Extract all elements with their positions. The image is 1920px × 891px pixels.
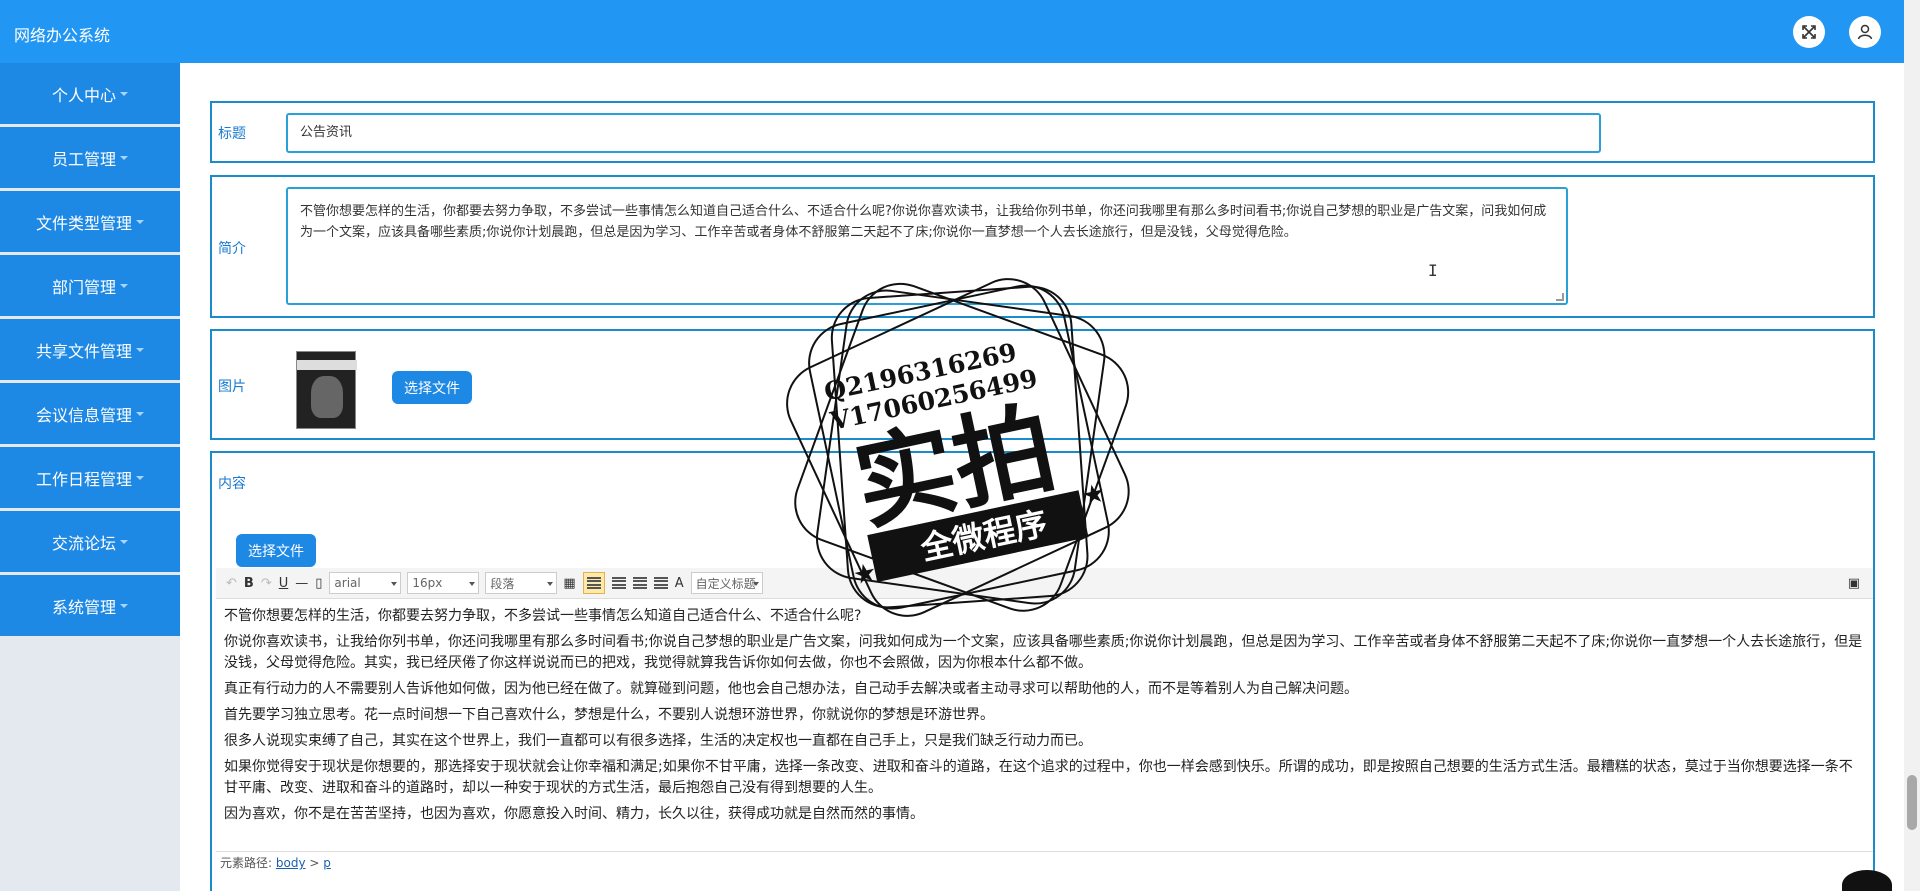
content-choose-file-button[interactable]: 选择文件 — [236, 534, 316, 567]
scrollbar-thumb[interactable] — [1907, 775, 1917, 830]
sidebar: 个人中心 员工管理 文件类型管理 部门管理 共享文件管理 会议信息管理 工作日程… — [0, 63, 180, 891]
font-family-select[interactable]: arial — [329, 572, 402, 594]
element-path-bar: 元素路径: body > p — [216, 851, 1873, 873]
editor-toolbar: ↶ B ↷ U — ▯ arial 16px 段落 ▦ A 自定义标题 ▣ — [216, 568, 1873, 599]
editor-paragraph: 不管你想要怎样的生活，你都要去努力争取，不多尝试一些事情怎么知道自己适合什么、不… — [224, 608, 862, 624]
element-path-p-link[interactable]: p — [323, 856, 331, 870]
align-justify-icon[interactable] — [653, 572, 668, 594]
main-content: 标题 公告资讯 简介 不管你想要怎样的生活，你都要去努力争取，不多尝试一些事情怎… — [180, 63, 1904, 891]
element-path-body-link[interactable]: body — [276, 856, 306, 870]
page-scrollbar[interactable] — [1904, 0, 1920, 891]
image-panel: 图片 选择文件 — [210, 329, 1875, 440]
sidebar-item-file-type-management[interactable]: 文件类型管理 — [0, 191, 180, 252]
sidebar-item-schedule-management[interactable]: 工作日程管理 — [0, 447, 180, 508]
intro-panel: 简介 不管你想要怎样的生活，你都要去努力争取，不多尝试一些事情怎么知道自己适合什… — [210, 175, 1875, 318]
element-path-separator: > — [309, 856, 320, 870]
sidebar-item-meeting-management[interactable]: 会议信息管理 — [0, 383, 180, 444]
chevron-down-icon — [136, 219, 144, 224]
source-view-icon[interactable]: ▣ — [1848, 572, 1860, 594]
chevron-down-icon — [136, 411, 144, 416]
undo-icon[interactable]: ↶ — [226, 572, 237, 594]
horizontal-rule-icon[interactable]: — — [295, 572, 308, 594]
title-input[interactable]: 公告资讯 — [286, 113, 1601, 153]
chevron-down-icon — [120, 91, 128, 96]
sidebar-item-system-management[interactable]: 系统管理 — [0, 575, 180, 636]
bold-icon[interactable]: B — [244, 572, 254, 594]
align-right-icon[interactable] — [632, 572, 647, 594]
sidebar-item-personal-center[interactable]: 个人中心 — [0, 63, 180, 124]
chevron-down-icon — [120, 539, 128, 544]
fullscreen-icon — [1802, 25, 1816, 39]
editor-paragraph: 很多人说现实束缚了自己，其实在这个世界上，我们一直都可以有很多选择，生活的决定权… — [224, 733, 1092, 749]
align-center-icon[interactable] — [611, 572, 626, 594]
align-left-icon[interactable] — [582, 572, 605, 594]
chevron-down-icon — [120, 283, 128, 288]
app-title: 网络办公系统 — [14, 26, 111, 45]
content-panel: 内容 选择文件 ↶ B ↷ U — ▯ arial 16px 段落 ▦ A 自定… — [210, 451, 1875, 891]
chevron-down-icon — [136, 347, 144, 352]
sidebar-item-forum[interactable]: 交流论坛 — [0, 511, 180, 572]
font-color-button[interactable]: A — [675, 572, 684, 594]
font-size-select[interactable]: 16px — [407, 572, 480, 594]
image-choose-file-button[interactable]: 选择文件 — [392, 371, 472, 404]
title-label: 标题 — [218, 126, 246, 142]
user-menu-button[interactable] — [1849, 16, 1881, 48]
intro-label: 简介 — [218, 241, 246, 257]
intro-textarea[interactable]: 不管你想要怎样的生活，你都要去努力争取，不多尝试一些事情怎么知道自己适合什么、不… — [286, 187, 1568, 305]
chevron-down-icon — [120, 155, 128, 160]
table-icon[interactable]: ▦ — [563, 572, 575, 594]
top-header: 网络办公系统 — [0, 0, 1904, 63]
editor-paragraph: 你说你喜欢读书，让我给你列书单，你还问我哪里有那么多时间看书;你说自己梦想的职业… — [224, 634, 1863, 671]
document-icon[interactable]: ▯ — [315, 572, 322, 594]
editor-paragraph: 真正有行动力的人不需要别人告诉他如何做，因为他已经在做了。就算碰到问题，他也会自… — [224, 681, 1358, 697]
content-label: 内容 — [218, 476, 246, 492]
redo-icon[interactable]: ↷ — [261, 572, 272, 594]
sidebar-item-employee-management[interactable]: 员工管理 — [0, 127, 180, 188]
text-cursor-icon: I — [1428, 261, 1438, 280]
book-cover-image — [296, 351, 357, 429]
custom-title-select[interactable]: 自定义标题 — [690, 572, 763, 594]
sidebar-item-department-management[interactable]: 部门管理 — [0, 255, 180, 316]
title-panel: 标题 公告资讯 — [210, 101, 1875, 163]
sidebar-item-shared-file-management[interactable]: 共享文件管理 — [0, 319, 180, 380]
element-path-label: 元素路径: — [220, 856, 273, 870]
resize-handle[interactable] — [1556, 293, 1564, 301]
paragraph-select[interactable]: 段落 — [485, 572, 558, 594]
editor-paragraph: 因为喜欢，你不是在苦苦坚持，也因为喜欢，你愿意投入时间、精力，长久以往，获得成功… — [224, 806, 924, 822]
editor-paragraph: 如果你觉得安于现状是你想要的，那选择安于现状就会让你幸福和满足;如果你不甘平庸，… — [224, 759, 1853, 796]
user-icon — [1857, 24, 1873, 40]
editor-paragraph: 首先要学习独立思考。花一点时间想一下自己喜欢什么，梦想是什么，不要别人说想环游世… — [224, 707, 994, 723]
chevron-down-icon — [136, 475, 144, 480]
editor-content-area[interactable]: 不管你想要怎样的生活，你都要去努力争取，不多尝试一些事情怎么知道自己适合什么、不… — [216, 600, 1873, 849]
image-label: 图片 — [218, 379, 246, 395]
chevron-down-icon — [120, 603, 128, 608]
underline-icon[interactable]: U — [279, 572, 289, 594]
fullscreen-button[interactable] — [1793, 16, 1825, 48]
intro-text: 不管你想要怎样的生活，你都要去努力争取，不多尝试一些事情怎么知道自己适合什么、不… — [300, 204, 1547, 240]
